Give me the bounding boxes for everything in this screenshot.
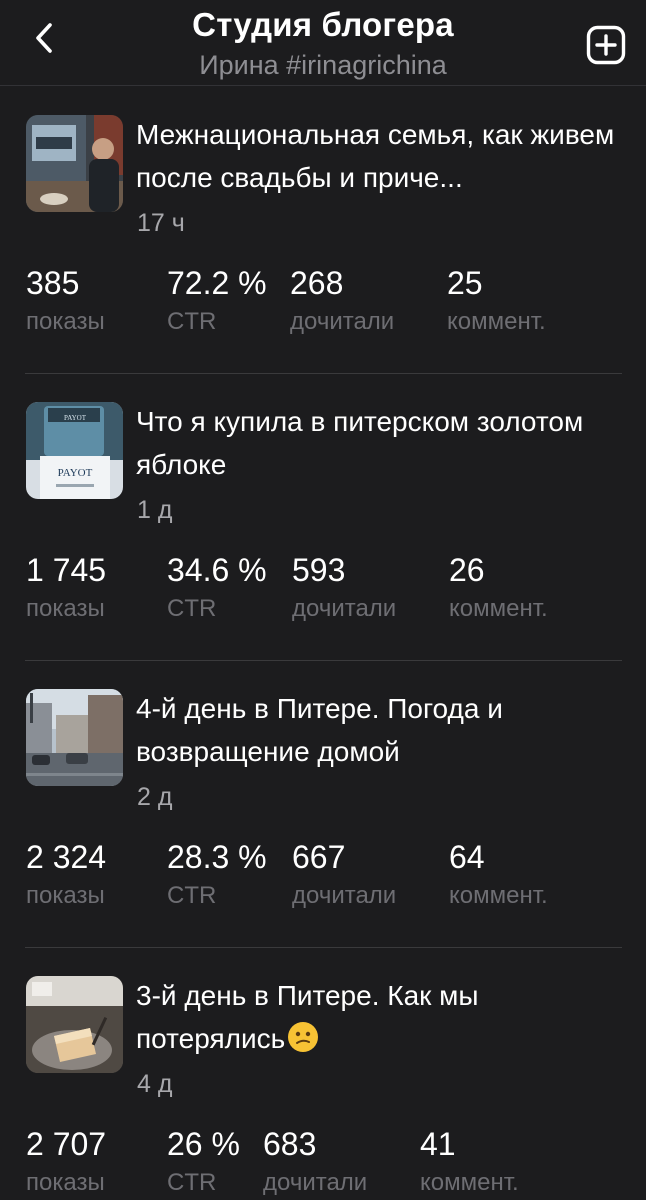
- post-list: Межнациональная семья, как живем после с…: [0, 87, 646, 1200]
- stat-value: 72.2 %: [167, 265, 267, 301]
- stat-value: 667: [292, 839, 346, 875]
- post-time: 4 д: [137, 1070, 173, 1098]
- stat-label: коммент.: [449, 882, 548, 909]
- post-stats: 385 показы 72.2 % CTR 268 дочитали 25 ко…: [0, 263, 646, 343]
- stat-read: 683 дочитали: [263, 1124, 367, 1200]
- app-screen: Студия блогера Ирина #irinagrichina Межн…: [0, 0, 646, 1200]
- stat-comments: 26 коммент.: [449, 550, 548, 626]
- stat-value: 593: [292, 552, 346, 588]
- stat-comments: 41 коммент.: [420, 1124, 519, 1200]
- stat-label: коммент.: [420, 1169, 519, 1196]
- stat-read: 268 дочитали: [290, 263, 394, 339]
- post-title: Межнациональная семья, как живем после с…: [136, 119, 615, 193]
- stat-label: дочитали: [292, 595, 397, 622]
- stat-label: показы: [26, 882, 105, 909]
- post-title: 4-й день в Питере. Погода и возвращение …: [136, 693, 503, 767]
- post-thumbnail: PAYOT PAYOT: [26, 402, 123, 499]
- stat-label: коммент.: [447, 308, 546, 335]
- stat-read: 667 дочитали: [292, 837, 396, 913]
- post-thumbnail: [26, 689, 123, 786]
- stat-value: 34.6 %: [167, 552, 267, 588]
- stat-label: коммент.: [449, 595, 548, 622]
- stat-label: CTR: [167, 595, 217, 622]
- post-item[interactable]: 4-й день в Питере. Погода и возвращение …: [0, 661, 646, 948]
- stat-label: дочитали: [290, 308, 395, 335]
- svg-text:PAYOT: PAYOT: [64, 414, 87, 422]
- stat-value: 64: [449, 839, 485, 875]
- add-post-button[interactable]: [585, 24, 627, 66]
- stat-value: 25: [447, 265, 483, 301]
- page-title: Студия блогера: [192, 6, 454, 43]
- stat-views: 2 324 показы: [26, 837, 106, 913]
- stat-label: CTR: [167, 882, 217, 909]
- stat-value: 2 707: [26, 1126, 107, 1162]
- stat-ctr: 72.2 % CTR: [167, 263, 267, 339]
- plus-square-icon: [586, 25, 626, 65]
- stat-views: 2 707 показы: [26, 1124, 106, 1200]
- post-time: 17 ч: [137, 209, 185, 237]
- stat-ctr: 26 % CTR: [167, 1124, 240, 1200]
- stat-label: показы: [26, 1169, 105, 1196]
- post-time: 1 д: [137, 496, 173, 524]
- confused-face-emoji: [288, 1022, 319, 1052]
- stat-ctr: 28.3 % CTR: [167, 837, 267, 913]
- stat-value: 26: [449, 552, 485, 588]
- stat-views: 385 показы: [26, 263, 105, 339]
- post-stats: 1 745 показы 34.6 % CTR 593 дочитали 26 …: [0, 550, 646, 630]
- post-item[interactable]: PAYOT PAYOT Что я купила в питерском зол…: [0, 374, 646, 661]
- post-thumbnail: [26, 976, 123, 1073]
- stat-label: CTR: [167, 308, 217, 335]
- post-item[interactable]: 3-й день в Питере. Как мы потерялись 4 д…: [0, 948, 646, 1200]
- stat-label: показы: [26, 308, 105, 335]
- stat-label: дочитали: [292, 882, 397, 909]
- svg-text:PAYOT: PAYOT: [58, 467, 93, 479]
- stat-value: 41: [420, 1126, 456, 1162]
- page-subtitle: Ирина #irinagrichina: [199, 50, 447, 80]
- stat-read: 593 дочитали: [292, 550, 396, 626]
- stat-comments: 64 коммент.: [449, 837, 548, 913]
- post-stats: 2 707 показы 26 % CTR 683 дочитали 41 ко…: [0, 1124, 646, 1200]
- stat-value: 28.3 %: [167, 839, 267, 875]
- stat-value: 1 745: [26, 552, 107, 588]
- stat-value: 268: [290, 265, 344, 301]
- post-title: Что я купила в питерском золотом яблоке: [136, 406, 584, 480]
- stat-comments: 25 коммент.: [447, 263, 546, 339]
- stat-label: дочитали: [263, 1169, 368, 1196]
- stat-views: 1 745 показы: [26, 550, 106, 626]
- header-bar: Студия блогера Ирина #irinagrichina: [0, 0, 646, 86]
- post-item[interactable]: Межнациональная семья, как живем после с…: [0, 87, 646, 374]
- stat-value: 26 %: [167, 1126, 240, 1162]
- post-thumbnail: [26, 115, 123, 212]
- stat-value: 683: [263, 1126, 317, 1162]
- post-title: 3-й день в Питере. Как мы потерялись: [136, 980, 479, 1054]
- stat-label: показы: [26, 595, 105, 622]
- stat-value: 2 324: [26, 839, 107, 875]
- stat-value: 385: [26, 265, 80, 301]
- post-time: 2 д: [137, 783, 173, 811]
- stat-ctr: 34.6 % CTR: [167, 550, 267, 626]
- stat-label: CTR: [167, 1169, 217, 1196]
- post-stats: 2 324 показы 28.3 % CTR 667 дочитали 64 …: [0, 837, 646, 917]
